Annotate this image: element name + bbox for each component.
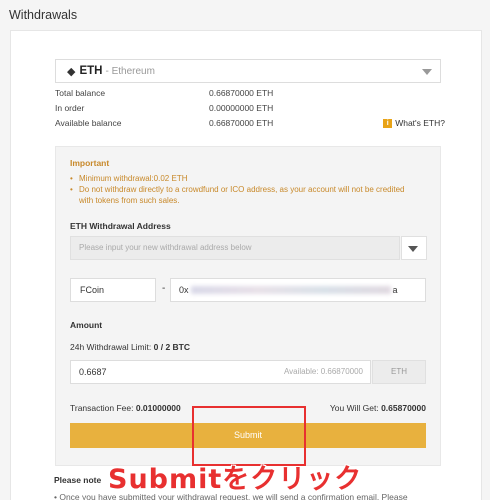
whats-eth-label: What's ETH? xyxy=(395,118,445,128)
balance-row-available: Available balance 0.66870000 ETH i What'… xyxy=(55,118,445,132)
receive-value: 0.65870000 xyxy=(381,403,426,413)
receive-amount: You Will Get: 0.65870000 xyxy=(330,403,426,413)
limit-value: 0 / 2 BTC xyxy=(153,342,191,352)
balance-label: In order xyxy=(55,103,85,113)
page-title: Withdrawals xyxy=(9,8,78,22)
balance-label: Total balance xyxy=(55,88,106,98)
fee-label: Transaction Fee: xyxy=(70,403,134,413)
address-suffix: a xyxy=(392,285,398,295)
withdrawal-limit: 24h Withdrawal Limit: 0 / 2 BTC xyxy=(70,342,190,352)
important-item: Do not withdraw directly to a crowdfund … xyxy=(70,184,420,206)
balance-value: 0.66870000 ETH xyxy=(209,88,274,98)
amount-input[interactable]: 0.6687 Available: 0.66870000 xyxy=(70,360,371,384)
balance-value: 0.00000000 ETH xyxy=(209,103,274,113)
amount-unit-button[interactable]: ETH xyxy=(372,360,426,384)
address-dropdown-button[interactable] xyxy=(401,236,427,260)
important-title: Important xyxy=(70,158,110,168)
balance-label: Available balance xyxy=(55,118,122,128)
ethereum-icon: ◆ xyxy=(67,65,76,78)
address-redacted xyxy=(190,286,391,294)
address-prefix: 0x xyxy=(179,285,189,295)
amount-available: Available: 0.66870000 xyxy=(283,367,363,376)
important-list: Minimum withdrawal:0.02 ETH Do not withd… xyxy=(70,173,420,206)
balance-row-total: Total balance 0.66870000 ETH xyxy=(55,88,445,102)
fee-value: 0.01000000 xyxy=(135,403,181,413)
important-item: Minimum withdrawal:0.02 ETH xyxy=(70,173,420,184)
address-separator: - xyxy=(162,283,166,294)
balance-value: 0.66870000 ETH xyxy=(209,118,274,128)
note-title: Please note xyxy=(54,475,102,485)
chevron-down-icon xyxy=(408,246,418,252)
annotation-overlay-text: Submitをクリック xyxy=(108,464,363,495)
address-new-input[interactable]: Please input your new withdrawal address… xyxy=(70,236,400,260)
coin-name: - Ethereum xyxy=(105,65,155,77)
chevron-down-icon xyxy=(422,69,432,75)
info-book-icon: i xyxy=(383,118,393,128)
balance-row-in-order: In order 0.00000000 ETH xyxy=(55,103,445,117)
whats-eth-link[interactable]: i What's ETH? xyxy=(383,118,445,128)
address-input[interactable]: 0x a xyxy=(170,278,426,302)
receive-label: You Will Get: xyxy=(329,403,379,413)
address-tag-input[interactable]: FCoin xyxy=(70,278,156,302)
amount-value: 0.6687 xyxy=(79,367,107,377)
amount-label: Amount xyxy=(70,320,103,330)
coin-symbol: ETH xyxy=(79,65,103,77)
coin-select[interactable]: ◆ ETH - Ethereum xyxy=(55,59,441,83)
transaction-fee: Transaction Fee: 0.01000000 xyxy=(70,403,181,413)
address-label: ETH Withdrawal Address xyxy=(70,221,171,231)
limit-label: 24h Withdrawal Limit: xyxy=(70,342,152,352)
